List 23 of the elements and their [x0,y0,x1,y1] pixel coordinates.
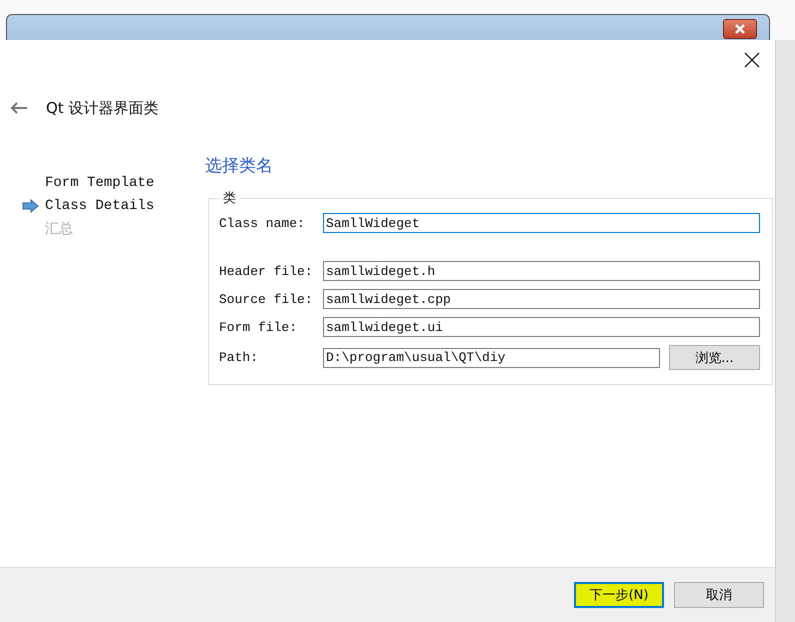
back-arrow-icon[interactable] [10,102,28,114]
field-label: Source file: [219,292,314,306]
field-label: Header file: [219,264,314,278]
text-field[interactable]: D:\program\usual\QT\diy [323,348,660,368]
group-title: 类 [222,190,237,207]
browse-button[interactable]: 浏览... [669,345,760,370]
wizard-step: Form Template [45,175,154,191]
cancel-button[interactable]: 取消 [674,582,764,608]
text-field[interactable]: samllwideget.cpp [323,289,760,309]
wizard-step: Class Details [45,198,154,214]
wizard-step: 汇总 [45,220,73,238]
field-label: Class name: [219,216,306,230]
page-heading: 选择类名 [205,155,274,177]
close-button[interactable] [723,19,757,39]
field-label: Path: [219,350,260,365]
next-button[interactable]: 下一步(N) [574,582,664,608]
close-icon [735,24,745,34]
dialog-title: Qt 设计器界面类 [46,98,158,118]
text-field[interactable]: SamllWideget [323,213,760,233]
text-field[interactable]: samllwideget.h [323,261,760,281]
text-field[interactable]: samllwideget.ui [323,317,760,337]
close-button[interactable] [743,51,761,69]
field-label: Form file: [219,320,298,334]
